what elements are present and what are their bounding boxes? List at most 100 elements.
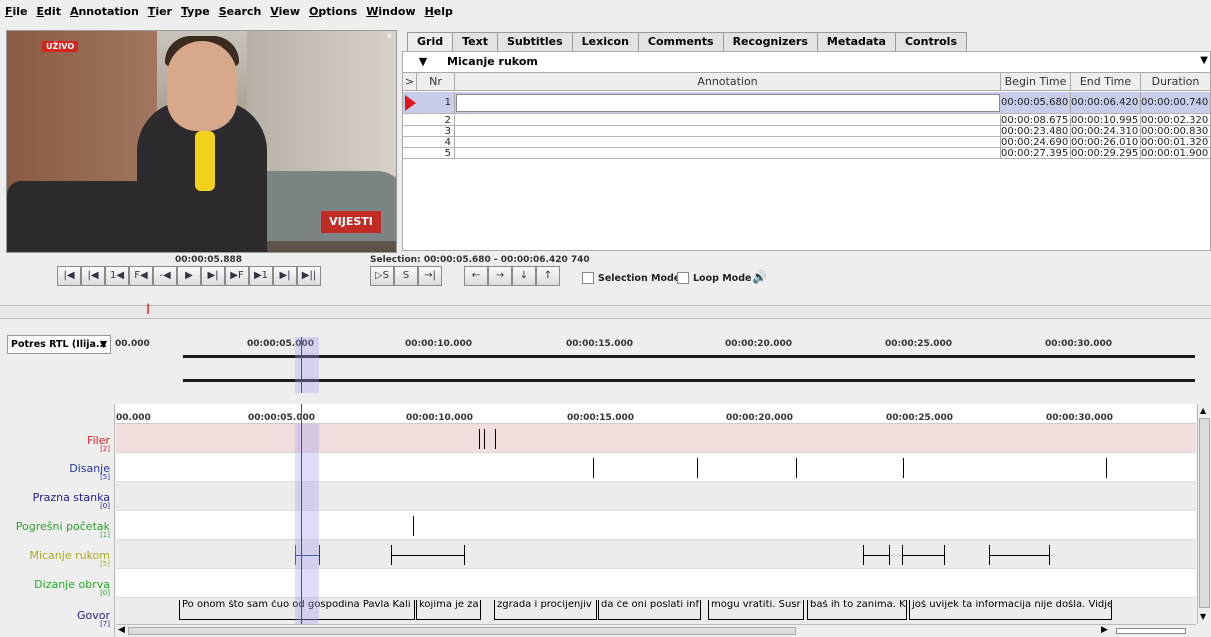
timeline-overview[interactable]: I <box>0 303 1211 319</box>
annotation-span[interactable] <box>391 555 464 556</box>
menu-type[interactable]: Type <box>181 5 210 18</box>
tiers-horizontal-scrollbar[interactable]: ◀ ▶ <box>116 624 1196 637</box>
volume-icon[interactable]: 🔊 <box>752 270 767 284</box>
annotation-mark[interactable] <box>495 429 496 449</box>
annotation-mark[interactable] <box>1106 458 1107 478</box>
next-scrollview-button[interactable]: ▶| <box>273 266 297 286</box>
tier-row-dizanje-obrva[interactable] <box>116 569 1196 598</box>
tab-recognizers[interactable]: Recognizers <box>722 32 818 51</box>
col-duration[interactable]: Duration <box>1141 73 1210 91</box>
annotation-down-button[interactable]: ↓ <box>512 266 536 286</box>
tier-row-disanje[interactable] <box>116 453 1196 482</box>
clear-selection-button[interactable]: S <box>394 266 418 286</box>
dropdown-arrow-icon[interactable]: ▼ <box>1200 55 1208 66</box>
annotation-mark[interactable] <box>484 429 485 449</box>
tab-text[interactable]: Text <box>452 32 498 51</box>
annotation-box[interactable]: da će oni poslati inf <box>598 600 701 620</box>
col-begin-time[interactable]: Begin Time <box>1001 73 1071 91</box>
tab-comments[interactable]: Comments <box>637 32 724 51</box>
tier-label-prazna-stanka[interactable]: Prazna stanka [0] <box>33 491 110 510</box>
menu-options[interactable]: Options <box>309 5 357 18</box>
table-row[interactable]: 4 00:00:24.690 00:00:26.010 00:00:01.320 <box>403 137 1210 148</box>
annotation-mark[interactable] <box>413 516 414 536</box>
tiers-vertical-scrollbar[interactable]: ▲ ▼ <box>1197 404 1211 624</box>
play-selection-button[interactable]: ▷S <box>370 266 394 286</box>
tab-metadata[interactable]: Metadata <box>816 32 896 51</box>
menu-tier[interactable]: Tier <box>148 5 172 18</box>
annotation-mark[interactable] <box>944 545 945 565</box>
tab-grid[interactable]: Grid <box>407 32 454 51</box>
col-annotation[interactable]: Annotation <box>455 73 1001 91</box>
tier-label-pogresni-pocetak[interactable]: Pogrešni početak [1] <box>16 520 110 539</box>
play-button[interactable]: ▶ <box>177 266 201 286</box>
table-row[interactable]: 1 00:00:05.680 00:00:06.420 00:00:00.740 <box>403 92 1210 114</box>
tier-label-govor[interactable]: Govor [7] <box>77 609 110 628</box>
selection-boundary-button[interactable]: →| <box>418 266 442 286</box>
annotation-mark[interactable] <box>464 545 465 565</box>
annotation-box[interactable]: još uvijek ta informacija nije došla. Vi… <box>909 600 1112 620</box>
scroll-thumb[interactable] <box>1199 418 1210 608</box>
chevron-down-icon[interactable]: ▼ <box>403 52 443 72</box>
zoom-slider[interactable] <box>1116 628 1186 634</box>
tier-row-filer[interactable] <box>116 424 1196 453</box>
waveform[interactable]: 00.000 00:00:05.000 00:00:10.000 00:00:1… <box>115 337 1197 393</box>
tab-subtitles[interactable]: Subtitles <box>496 32 573 51</box>
go-to-end-button[interactable]: ▶|| <box>297 266 321 286</box>
annotation-edit-field[interactable] <box>456 94 1000 112</box>
table-row[interactable]: 2 00:00:08.675 00:00:10.995 00:00:02.320 <box>403 115 1210 126</box>
tab-controls[interactable]: Controls <box>894 32 968 51</box>
waveform-tier-dropdown[interactable]: Potres RTL (Ilija... ▼ <box>7 335 111 354</box>
annotation-mark[interactable] <box>593 458 594 478</box>
previous-frame-button[interactable]: F◀ <box>129 266 153 286</box>
annotation-mark[interactable] <box>796 458 797 478</box>
next-second-button[interactable]: ▶1 <box>249 266 273 286</box>
loop-mode-checkbox[interactable] <box>677 272 689 284</box>
timeline-tiers[interactable]: 00.000 00:00:05.000 00:00:10.000 00:00:1… <box>116 404 1196 624</box>
tier-row-prazna-stanka[interactable] <box>116 482 1196 511</box>
grid-tier-select[interactable]: ▼ Micanje rukom ▼ <box>403 52 1210 73</box>
tier-row-micanje-rukom[interactable] <box>116 540 1196 569</box>
table-row[interactable]: 3 00:00:23.480 00:00:24.310 00:00:00.830 <box>403 126 1210 137</box>
menu-annotation[interactable]: Annotation <box>70 5 139 18</box>
annotation-box[interactable]: kojima je za <box>416 600 481 620</box>
annotation-mark[interactable] <box>697 458 698 478</box>
close-icon[interactable]: ✕ <box>385 32 393 42</box>
next-frame-button[interactable]: ▶F <box>225 266 249 286</box>
tier-row-govor[interactable]: Po onom što sam čuo od gospodina Pavla K… <box>116 598 1196 624</box>
scroll-left-icon[interactable]: ◀ <box>118 625 125 635</box>
scroll-right-icon[interactable]: ▶ <box>1101 625 1108 635</box>
annotation-box[interactable]: mogu vratiti. Susr <box>708 600 804 620</box>
annotation-span[interactable] <box>902 555 944 556</box>
scroll-up-icon[interactable]: ▲ <box>1200 406 1206 415</box>
previous-scrollview-button[interactable]: |◀ <box>81 266 105 286</box>
annotation-box[interactable]: baš ih to zanima. K <box>807 600 907 620</box>
tier-label-disanje[interactable]: Disanje [5] <box>69 462 110 481</box>
col-end-time[interactable]: End Time <box>1071 73 1141 91</box>
menu-help[interactable]: Help <box>425 5 453 18</box>
annotation-right-button[interactable]: → <box>488 266 512 286</box>
tier-row-pogresni-pocetak[interactable] <box>116 511 1196 540</box>
annotation-box[interactable]: zgrada i procijenjiv <box>494 600 597 620</box>
col-nr[interactable]: Nr <box>417 73 455 91</box>
annotation-mark[interactable] <box>903 458 904 478</box>
annotation-mark[interactable] <box>319 545 320 565</box>
next-pixel-button[interactable]: ▶| <box>201 266 225 286</box>
scroll-thumb[interactable] <box>128 627 796 635</box>
menu-edit[interactable]: Edit <box>37 5 61 18</box>
go-to-begin-button[interactable]: |◀ <box>57 266 81 286</box>
video-viewer[interactable]: UŽIVO VIJESTI ✕ <box>6 30 397 253</box>
table-row[interactable]: 5 00:00:27.395 00:00:29.295 00:00:01.900 <box>403 148 1210 159</box>
tier-label-dizanje-obrva[interactable]: Dizanje obrva [0] <box>34 578 110 597</box>
annotation-mark[interactable] <box>479 429 480 449</box>
menu-window[interactable]: Window <box>366 5 415 18</box>
tab-lexicon[interactable]: Lexicon <box>571 32 639 51</box>
selection-mode-checkbox[interactable] <box>582 272 594 284</box>
annotation-span[interactable] <box>863 555 889 556</box>
annotation-span[interactable] <box>989 555 1049 556</box>
scroll-down-icon[interactable]: ▼ <box>1200 612 1206 621</box>
menu-search[interactable]: Search <box>219 5 262 18</box>
annotation-up-button[interactable]: ↑ <box>536 266 560 286</box>
menu-view[interactable]: View <box>270 5 300 18</box>
tier-label-micanje-rukom[interactable]: Micanje rukom [5] <box>29 549 110 568</box>
menu-file[interactable]: File <box>5 5 28 18</box>
